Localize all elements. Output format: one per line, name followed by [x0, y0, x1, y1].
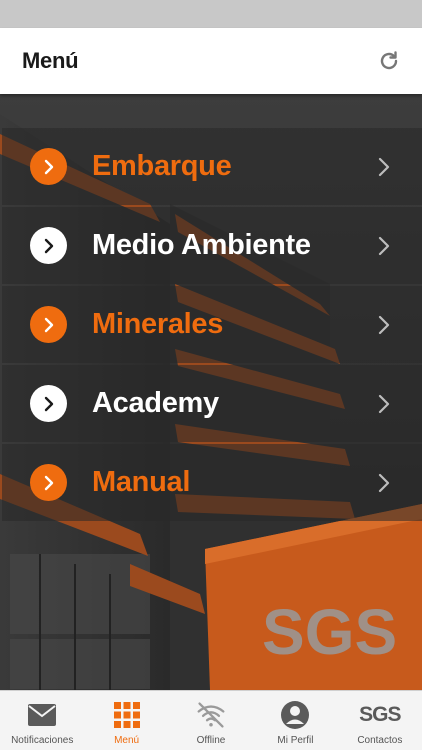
menu-item-medio-ambiente[interactable]: Medio Ambiente: [2, 207, 422, 284]
refresh-button[interactable]: [374, 46, 404, 76]
app-header: Menú: [0, 28, 422, 94]
chevron-right-icon: [374, 156, 394, 178]
tab-label: Offline: [196, 735, 226, 746]
tab-label: Contactos: [357, 735, 403, 746]
chevron-circle-icon: [30, 464, 67, 501]
menu-item-label: Manual: [92, 466, 191, 498]
mail-icon: [27, 700, 57, 730]
menu-item-label: Academy: [92, 387, 219, 419]
menu-item-label: Minerales: [92, 308, 224, 340]
tab-label: Notificaciones: [11, 735, 74, 746]
tab-label: Menú: [114, 735, 140, 746]
menu-item-manual[interactable]: Manual: [2, 444, 422, 521]
status-bar: [0, 0, 422, 28]
sgs-logo-icon: SGS: [359, 700, 401, 730]
menu-list: Embarque Medio Ambiente Minerales Academ…: [0, 128, 422, 523]
sgs-sign-text: SGS: [262, 596, 397, 668]
menu-item-academy[interactable]: Academy: [2, 365, 422, 442]
chevron-right-icon: [374, 314, 394, 336]
bottom-tab-bar: Notificaciones Menú Offline Mi Perfil SG…: [0, 690, 422, 750]
page-title: Menú: [22, 48, 79, 73]
menu-item-embarque[interactable]: Embarque: [2, 128, 422, 205]
chevron-circle-icon: [30, 306, 67, 343]
chevron-right-icon: [374, 472, 394, 494]
wifi-off-icon: [196, 700, 226, 730]
tab-notificaciones[interactable]: Notificaciones: [0, 691, 84, 750]
chevron-right-icon: [374, 235, 394, 257]
tab-menu[interactable]: Menú: [84, 691, 168, 750]
menu-item-label: Medio Ambiente: [92, 229, 311, 261]
chevron-circle-icon: [30, 385, 67, 422]
sgs-logo-text: SGS: [359, 703, 401, 726]
tab-mi-perfil[interactable]: Mi Perfil: [253, 691, 337, 750]
tab-label: Mi Perfil: [277, 735, 314, 746]
profile-icon: [280, 700, 310, 730]
menu-item-minerales[interactable]: Minerales: [2, 286, 422, 363]
menu-item-label: Embarque: [92, 150, 232, 182]
grid-icon: [112, 700, 142, 730]
tab-offline[interactable]: Offline: [169, 691, 253, 750]
chevron-right-icon: [374, 393, 394, 415]
refresh-icon: [380, 51, 398, 70]
chevron-circle-icon: [30, 148, 67, 185]
chevron-circle-icon: [30, 227, 67, 264]
tab-contactos[interactable]: SGS Contactos: [338, 691, 422, 750]
menu-screen: SGS Embarque Medio Ambiente Minerales Ac…: [0, 94, 422, 690]
